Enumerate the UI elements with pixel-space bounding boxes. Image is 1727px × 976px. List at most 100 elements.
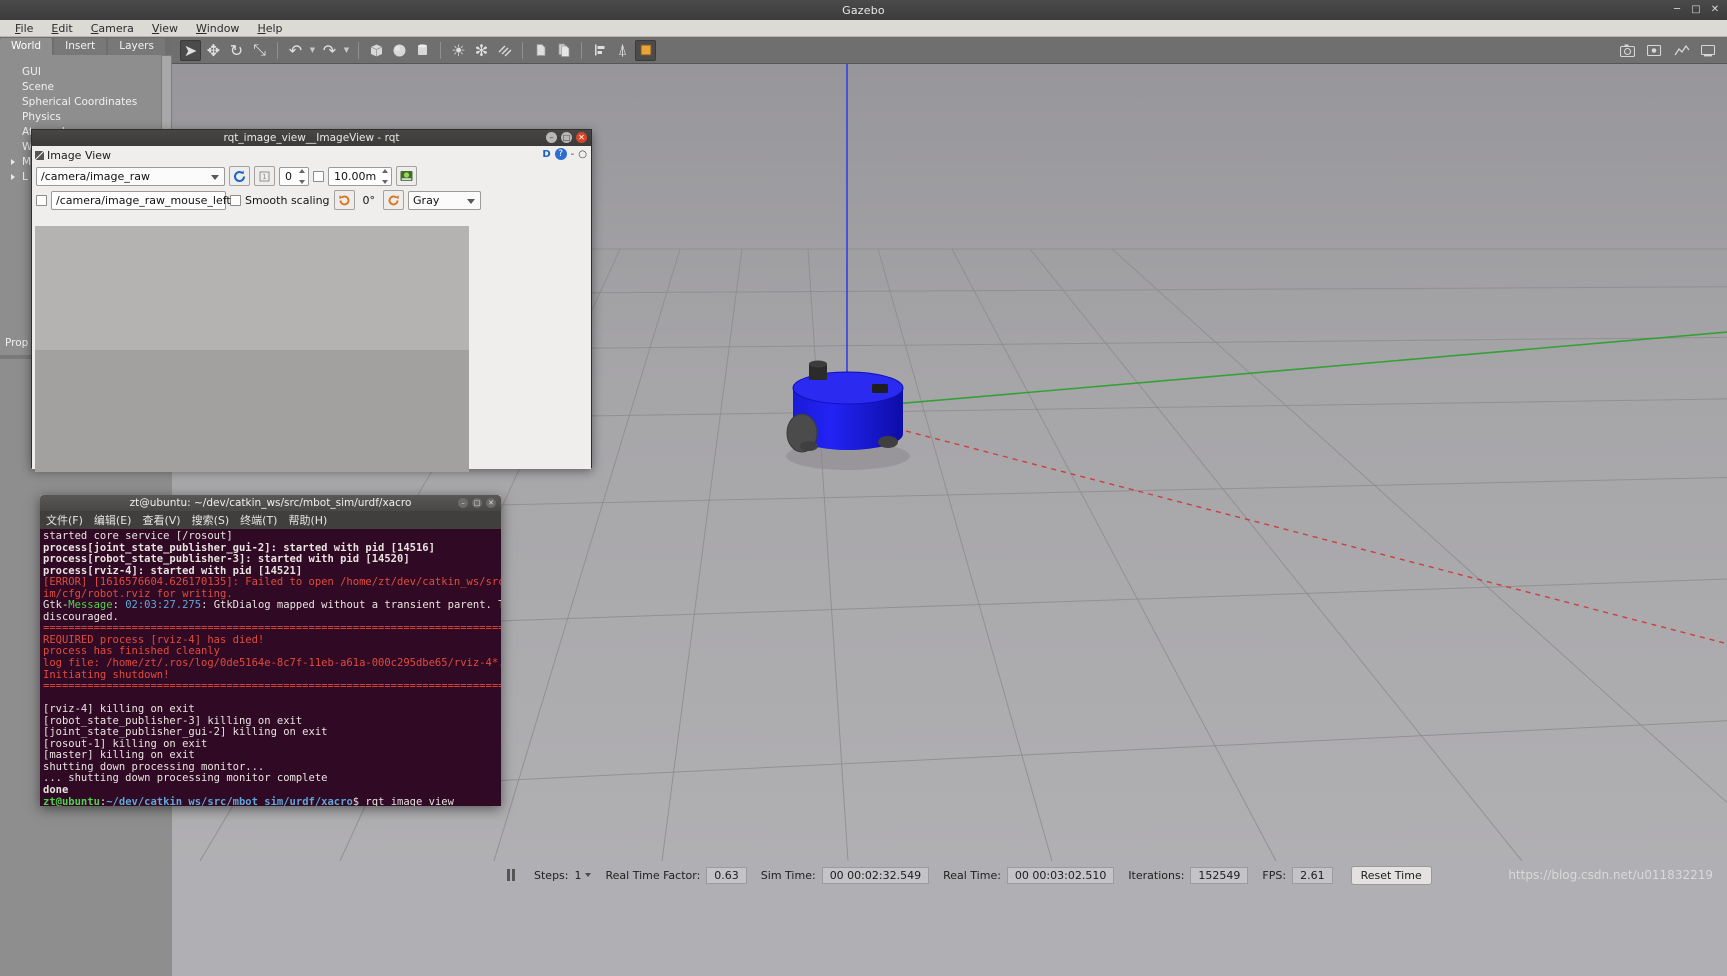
panel-tabs: World Insert Layers: [0, 37, 172, 55]
terminal-menu-search[interactable]: 搜索(S): [192, 512, 230, 528]
rotate-right-icon[interactable]: [383, 190, 405, 210]
steps-label: Steps:: [534, 868, 569, 882]
insert-spot-light-icon[interactable]: ✻: [471, 40, 492, 61]
maximize-icon[interactable]: □: [1690, 4, 1702, 16]
dock-minimize-icon[interactable]: -: [571, 149, 575, 160]
log-record-icon[interactable]: [1644, 40, 1665, 61]
minimize-icon[interactable]: –: [458, 498, 468, 508]
insert-box-icon[interactable]: [366, 40, 387, 61]
terminal-line: ... shutting down processing monitor com…: [43, 772, 328, 785]
spinbox-arrows[interactable]: [297, 168, 307, 184]
paste-icon[interactable]: [553, 40, 574, 61]
dock-grip-icon[interactable]: [35, 150, 44, 160]
chevron-down-icon[interactable]: [467, 198, 476, 204]
maximize-icon[interactable]: □: [472, 498, 482, 508]
number-spinbox[interactable]: 0: [279, 166, 309, 186]
menu-edit[interactable]: Edit: [42, 22, 81, 35]
tree-item-scene[interactable]: Scene: [0, 79, 172, 94]
plot-icon[interactable]: [1671, 40, 1692, 61]
menu-help[interactable]: Help: [248, 22, 291, 35]
toolbar-separator: [277, 41, 278, 59]
tree-item-spherical-coordinates[interactable]: Spherical Coordinates: [0, 94, 172, 109]
sim-time-label: Sim Time:: [760, 868, 816, 882]
pause-button[interactable]: [502, 867, 520, 883]
steps-value[interactable]: 1: [574, 869, 581, 882]
smooth-scaling-label: Smooth scaling: [245, 193, 330, 207]
publish-checkbox[interactable]: [313, 170, 324, 182]
smooth-scaling-checkbox[interactable]: [230, 194, 241, 206]
help-icon[interactable]: ?: [554, 148, 567, 160]
tab-insert[interactable]: Insert: [54, 38, 107, 55]
mouse-topic-field[interactable]: /camera/image_raw_mouse_left: [51, 190, 231, 210]
tree-item-gui[interactable]: GUI: [0, 64, 172, 79]
rotate-left-icon[interactable]: [333, 190, 355, 210]
minimize-icon[interactable]: –: [546, 132, 557, 143]
expand-arrow-icon[interactable]: [11, 159, 15, 165]
insert-directional-light-icon[interactable]: [494, 40, 515, 61]
rqt-window-title: rqt_image_view__ImageView - rqt: [223, 132, 400, 144]
image-display-canvas[interactable]: [35, 226, 469, 472]
redo-dropdown-icon[interactable]: ▼: [342, 46, 351, 54]
colormap-combobox[interactable]: Gray: [408, 190, 482, 210]
reset-time-button[interactable]: Reset Time: [1350, 865, 1432, 885]
undo-icon[interactable]: ↶: [285, 40, 306, 61]
translate-mode-icon[interactable]: ✥: [203, 40, 224, 61]
tab-world[interactable]: World: [0, 38, 53, 55]
terminal-menu-help[interactable]: 帮助(H): [288, 512, 327, 528]
svg-text:1: 1: [262, 173, 266, 181]
terminal-menu-view[interactable]: 查看(V): [142, 512, 180, 528]
rqt-body: Image View D ? - ○ /camera/image_raw 1 0…: [32, 146, 591, 472]
rqt-titlebar[interactable]: rqt_image_view__ImageView - rqt – □ ✕: [32, 130, 591, 146]
view-angle-icon[interactable]: [635, 39, 656, 61]
spinbox-arrows[interactable]: [380, 168, 390, 184]
close-icon[interactable]: ✕: [576, 132, 587, 143]
steps-dropdown-icon[interactable]: [585, 873, 592, 877]
float-icon[interactable]: D: [542, 149, 550, 160]
insert-point-light-icon[interactable]: ☀: [448, 40, 469, 61]
refresh-icon[interactable]: [229, 166, 250, 186]
redo-icon[interactable]: ↷: [319, 40, 340, 61]
chevron-down-icon[interactable]: [211, 174, 219, 180]
iterations-value: 152549: [1190, 866, 1249, 884]
tab-layers[interactable]: Layers: [108, 38, 165, 55]
insert-cylinder-icon[interactable]: [412, 40, 433, 61]
scale-mode-icon[interactable]: ⤡: [249, 40, 270, 61]
snap-icon[interactable]: ⍋: [612, 40, 633, 61]
rotate-mode-icon[interactable]: ↻: [226, 40, 247, 61]
export-icon[interactable]: [396, 166, 417, 186]
close-icon[interactable]: ✕: [1709, 4, 1721, 16]
menu-camera[interactable]: Camera: [82, 22, 143, 35]
screenshot-icon[interactable]: [1617, 40, 1638, 61]
undo-dropdown-icon[interactable]: ▼: [308, 46, 317, 54]
distance-spinbox[interactable]: 10.00m: [328, 166, 392, 186]
terminal-window: zt@ubuntu: ~/dev/catkin_ws/src/mbot_sim/…: [40, 495, 501, 806]
align-icon[interactable]: [589, 40, 610, 61]
topic-combobox[interactable]: /camera/image_raw: [36, 166, 225, 186]
terminal-menu-edit[interactable]: 编辑(E): [94, 512, 132, 528]
menu-view[interactable]: View: [143, 22, 187, 35]
close-icon[interactable]: ✕: [486, 498, 496, 508]
gazebo-window-controls: ─ □ ✕: [1671, 4, 1721, 16]
topic-visualization-icon[interactable]: [1698, 40, 1719, 61]
terminal-menu-file[interactable]: 文件(F): [46, 512, 83, 528]
rqt-image-view-window: rqt_image_view__ImageView - rqt – □ ✕ Im…: [31, 129, 592, 472]
copy-icon[interactable]: [530, 40, 551, 61]
menu-file[interactable]: File: [6, 22, 42, 35]
dock-close-icon[interactable]: ○: [578, 149, 587, 160]
select-mode-icon[interactable]: ➤: [180, 39, 201, 61]
fps-value: 2.61: [1292, 866, 1333, 884]
minimize-icon[interactable]: ─: [1671, 4, 1683, 16]
menu-window[interactable]: Window: [187, 22, 248, 35]
mouse-topic-checkbox[interactable]: [36, 194, 47, 206]
toolbar-separator: [358, 41, 359, 59]
save-image-icon[interactable]: 1: [254, 166, 275, 186]
terminal-output[interactable]: started core service [/rosout] process[jo…: [40, 529, 501, 806]
terminal-menu-terminal[interactable]: 终端(T): [240, 512, 277, 528]
tree-item-physics[interactable]: Physics: [0, 109, 172, 124]
maximize-icon[interactable]: □: [561, 132, 572, 143]
insert-sphere-icon[interactable]: [389, 40, 410, 61]
colormap-value: Gray: [413, 193, 440, 207]
terminal-line: ========================================…: [43, 680, 501, 693]
terminal-titlebar[interactable]: zt@ubuntu: ~/dev/catkin_ws/src/mbot_sim/…: [40, 495, 501, 511]
expand-arrow-icon[interactable]: [11, 174, 15, 180]
